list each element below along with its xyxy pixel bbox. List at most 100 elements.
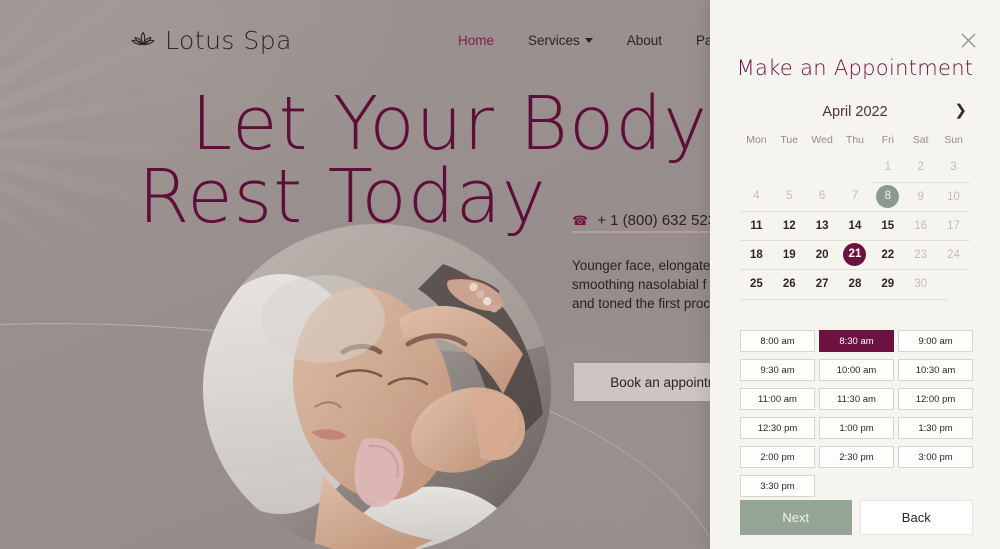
calendar-day: 24 xyxy=(937,239,970,269)
calendar-day-today[interactable]: 8 xyxy=(876,185,900,208)
nav-item-label: Services xyxy=(527,32,580,48)
calendar-day: 2 xyxy=(917,161,924,174)
calendar-day: 9 xyxy=(904,181,938,211)
calendar-day: 17 xyxy=(937,210,970,240)
time-slot[interactable]: 11:30 am xyxy=(819,388,894,410)
calendar-day[interactable]: 21 xyxy=(838,239,872,269)
calendar-day[interactable]: 19 xyxy=(772,239,806,269)
calendar-day[interactable]: 18 xyxy=(740,239,773,269)
calendar-day: 7 xyxy=(851,190,859,203)
calendar-day[interactable]: 26 xyxy=(772,268,806,298)
calendar-day[interactable]: 13 xyxy=(805,210,839,240)
time-slot[interactable]: 10:00 am xyxy=(819,359,894,381)
calendar: April 2022 ❯ Mon Tue Wed Thu Fri Sat Sun… xyxy=(740,98,970,300)
time-slot[interactable]: 12:00 pm xyxy=(898,388,973,410)
calendar-bottom-divider xyxy=(740,299,947,300)
calendar-day[interactable]: 15 xyxy=(871,210,905,240)
calendar-day[interactable]: 14 xyxy=(838,210,872,240)
calendar-week-row: 18 19 20 21 22 23 24 xyxy=(740,239,970,269)
calendar-day-empty xyxy=(806,153,839,182)
calendar-day-selected[interactable]: 21 xyxy=(843,243,867,266)
nav-item-home[interactable]: Home xyxy=(458,33,494,48)
calendar-day[interactable]: 28 xyxy=(838,268,872,298)
chevron-down-icon xyxy=(584,37,593,43)
weekday-wed: Wed xyxy=(811,134,833,146)
calendar-day: 6 xyxy=(818,190,826,203)
calendar-day: 30 xyxy=(904,268,938,298)
next-label: Next xyxy=(782,510,810,525)
weekday-sat: Sat xyxy=(912,134,929,146)
back-label: Back xyxy=(901,510,931,525)
logo-text: Lotus Spa xyxy=(165,25,292,55)
phone-icon: ☎ xyxy=(572,212,589,228)
phone-number: + 1 (800) 632 5234 xyxy=(597,212,725,229)
time-slot-selected[interactable]: 8:30 am xyxy=(819,330,894,352)
logo[interactable]: Lotus Spa xyxy=(130,26,292,55)
lotus-icon xyxy=(131,31,155,46)
panel-actions: Next Back xyxy=(740,500,973,535)
weekday-thu: Thu xyxy=(845,134,864,146)
time-slot[interactable]: 1:30 pm xyxy=(898,417,973,439)
calendar-day: 1 xyxy=(884,161,891,174)
weekday-tue: Tue xyxy=(780,134,799,146)
calendar-week-row: 25 26 27 28 29 30 xyxy=(740,268,970,298)
time-slot-grid: 8:00 am 8:30 am 9:00 am 9:30 am 10:00 am 10:3… xyxy=(740,330,973,497)
calendar-day: 5 xyxy=(786,190,793,203)
calendar-day[interactable]: 20 xyxy=(805,239,839,269)
time-slot[interactable]: 9:30 am xyxy=(740,359,815,381)
nav-item-label: Home xyxy=(457,32,494,48)
nav-item-label: About xyxy=(626,32,663,48)
calendar-week-row: 4 5 6 7 8 9 10 xyxy=(740,181,970,211)
panel-title: Make an Appointment xyxy=(736,56,974,80)
time-slot[interactable]: 3:00 pm xyxy=(898,446,973,468)
calendar-day[interactable]: 27 xyxy=(805,268,839,298)
time-slot[interactable]: 9:00 am xyxy=(898,330,973,352)
calendar-week-row: 11 12 13 14 15 16 17 xyxy=(740,210,970,240)
time-slot[interactable]: 2:00 pm xyxy=(740,446,815,468)
calendar-day-empty xyxy=(839,153,872,182)
time-slot[interactable]: 1:00 pm xyxy=(819,417,894,439)
calendar-day-empty xyxy=(740,153,773,182)
calendar-day[interactable]: 8 xyxy=(871,181,905,211)
calendar-day[interactable]: 25 xyxy=(740,268,773,298)
close-icon xyxy=(960,32,976,48)
calendar-day-empty xyxy=(937,268,970,298)
weekday-fri: Fri xyxy=(881,134,894,146)
calendar-day: 10 xyxy=(937,181,970,211)
calendar-body: 1 2 3 4 5 6 7 8 9 10 11 12 13 14 15 16 17 18 19 20 21 22 23 24 2… xyxy=(740,153,970,298)
time-slot[interactable]: 8:00 am xyxy=(740,330,815,352)
calendar-weekday-row: Mon Tue Wed Thu Fri Sat Sun xyxy=(740,126,970,153)
calendar-day-empty xyxy=(773,153,806,182)
calendar-day: 4 xyxy=(753,190,760,203)
nav-item-about[interactable]: About xyxy=(627,33,662,48)
time-slot[interactable]: 3:30 pm xyxy=(740,475,815,497)
calendar-month-label: April 2022 xyxy=(822,104,888,120)
time-slot[interactable]: 11:00 am xyxy=(740,388,815,410)
appointment-panel: Make an Appointment April 2022 ❯ Mon Tue… xyxy=(710,0,1000,549)
time-slot[interactable]: 2:30 pm xyxy=(819,446,894,468)
phone-link[interactable]: ☎ + 1 (800) 632 5234 xyxy=(572,212,725,233)
weekday-mon: Mon xyxy=(746,134,767,146)
calendar-header: April 2022 ❯ xyxy=(740,98,970,126)
spa-treatment-image xyxy=(203,224,551,549)
hero-photo xyxy=(203,224,551,549)
calendar-day[interactable]: 11 xyxy=(740,210,773,240)
calendar-week-row: 1 2 3 xyxy=(740,153,970,182)
calendar-day[interactable]: 12 xyxy=(772,210,806,240)
calendar-day: 3 xyxy=(950,161,957,174)
calendar-day[interactable]: 22 xyxy=(871,239,905,269)
calendar-day: 23 xyxy=(904,239,938,269)
close-button[interactable] xyxy=(956,28,980,52)
time-slot[interactable]: 12:30 pm xyxy=(740,417,815,439)
page-root: Lotus Spa Home Services About Pages Con … xyxy=(0,0,1000,549)
hero-contact: ☎ + 1 (800) 632 5234 xyxy=(572,212,725,233)
calendar-day[interactable]: 29 xyxy=(871,268,905,298)
chevron-right-icon[interactable]: ❯ xyxy=(950,101,971,120)
back-button[interactable]: Back xyxy=(859,500,973,535)
calendar-day: 16 xyxy=(904,210,938,240)
weekday-sun: Sun xyxy=(944,134,963,146)
nav-item-services[interactable]: Services xyxy=(528,33,593,48)
calendar-grid: Mon Tue Wed Thu Fri Sat Sun 1 2 3 4 5 6 7 8 9 10 1… xyxy=(740,126,970,298)
time-slot[interactable]: 10:30 am xyxy=(898,359,973,381)
next-button[interactable]: Next xyxy=(740,500,852,535)
